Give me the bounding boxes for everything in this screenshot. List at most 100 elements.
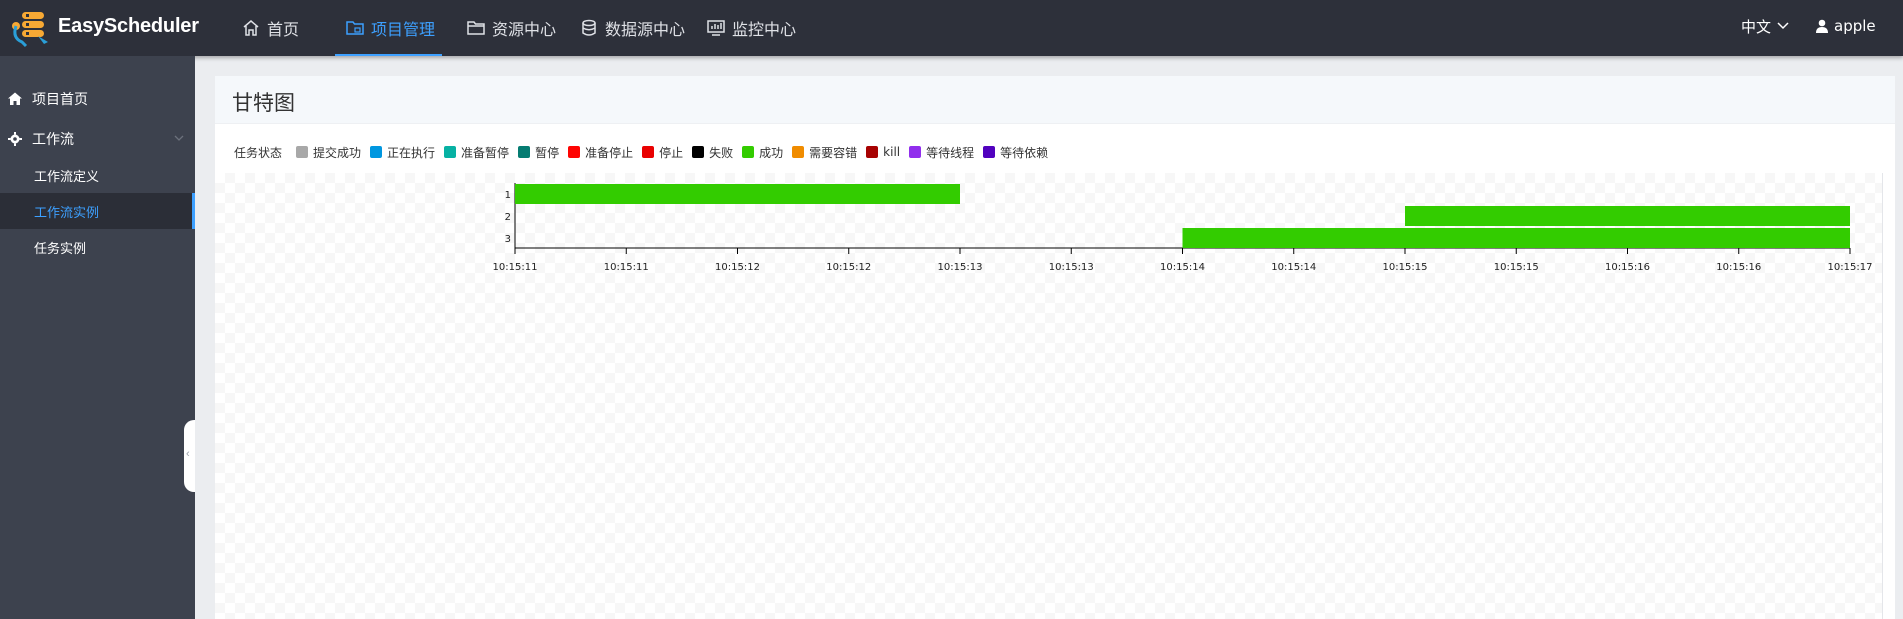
legend-label: 停止 bbox=[659, 145, 684, 160]
legend-swatch bbox=[983, 146, 996, 158]
row-label: 3 bbox=[505, 234, 511, 245]
legend-title: 任务状态 bbox=[234, 145, 283, 160]
legend-item: 暂停 bbox=[518, 144, 559, 161]
legend-swatch bbox=[909, 146, 922, 158]
nav-item-project[interactable]: 项目管理 bbox=[346, 0, 435, 56]
legend-label: 准备停止 bbox=[585, 145, 634, 160]
x-tick-label: 10:15:13 bbox=[938, 262, 983, 273]
legend-label: 需要容错 bbox=[809, 145, 858, 160]
legend-swatch bbox=[866, 146, 879, 158]
nav-item-resource[interactable]: 资源中心 bbox=[467, 0, 556, 56]
legend-swatch bbox=[642, 146, 655, 158]
gantt-bar bbox=[1405, 206, 1850, 226]
sidebar-item-workflow-definition[interactable]: 工作流定义 bbox=[0, 157, 195, 193]
row-label: 2 bbox=[505, 212, 511, 223]
x-tick-label: 10:15:11 bbox=[604, 262, 649, 273]
legend-item: 失败 bbox=[692, 144, 733, 161]
nav-label-monitor: 监控中心 bbox=[732, 20, 797, 39]
legend-swatch bbox=[568, 146, 581, 158]
legend-swatch bbox=[370, 146, 383, 158]
page-title: 甘特图 bbox=[232, 91, 295, 115]
x-tick-label: 10:15:15 bbox=[1383, 262, 1428, 273]
logo-icon[interactable] bbox=[8, 8, 58, 48]
sidebar-label-workflow-definition: 工作流定义 bbox=[34, 169, 100, 185]
legend-label: 等待依赖 bbox=[1000, 145, 1049, 160]
legend-label: 暂停 bbox=[535, 145, 560, 160]
legend-item: 成功 bbox=[742, 144, 783, 161]
x-tick-label: 10:15:14 bbox=[1271, 262, 1316, 273]
legend-item: 正在执行 bbox=[370, 144, 435, 161]
legend-swatch bbox=[296, 146, 309, 158]
x-tick-label: 10:15:16 bbox=[1605, 262, 1650, 273]
sidebar: 项目首页 工作流 工作流定义 工作流实例 任务实例 bbox=[0, 56, 195, 619]
sidebar-label-workflow-instance: 工作流实例 bbox=[34, 205, 100, 221]
nav-label-datasource: 数据源中心 bbox=[605, 20, 686, 39]
x-tick-label: 10:15:12 bbox=[826, 262, 871, 273]
nav-label-project: 项目管理 bbox=[371, 20, 436, 39]
sidebar-item-project-home[interactable]: 项目首页 bbox=[0, 81, 195, 117]
x-tick-label: 10:15:12 bbox=[715, 262, 760, 273]
nav-item-datasource[interactable]: 数据源中心 bbox=[580, 0, 685, 56]
folder-icon bbox=[467, 21, 485, 35]
x-tick-label: 10:15:15 bbox=[1494, 262, 1539, 273]
legend-label: 提交成功 bbox=[313, 145, 362, 160]
chevron-left-icon: ‹ bbox=[186, 448, 190, 460]
status-legend: 任务状态 提交成功 正在执行 准备暂停 暂停 准备停止 停止 失败 成功 需要容错 kill 等待线… bbox=[234, 142, 1057, 162]
legend-item: 停止 bbox=[642, 144, 683, 161]
top-navbar: EasyScheduler 首页 项目管理 资源中心 数据源中心 监控中心 中文… bbox=[0, 0, 1903, 56]
user-menu[interactable]: apple bbox=[1816, 0, 1876, 52]
gantt-chart-area: 1 2 3 10:15:11 10:15:11 10:15:12 10:15:12 10:15… bbox=[215, 173, 1883, 619]
brand-name[interactable]: EasyScheduler bbox=[58, 15, 199, 38]
sidebar-label-project-home: 项目首页 bbox=[32, 92, 88, 108]
row-label: 1 bbox=[505, 190, 511, 201]
nav-label-home: 首页 bbox=[267, 20, 300, 39]
x-tick-label: 10:15:11 bbox=[493, 262, 538, 273]
legend-label: 正在执行 bbox=[387, 145, 436, 160]
gantt-bar bbox=[1182, 228, 1850, 248]
legend-label: 准备暂停 bbox=[461, 145, 510, 160]
x-tick-label: 10:15:17 bbox=[1828, 262, 1873, 273]
legend-item: 需要容错 bbox=[792, 144, 857, 161]
legend-item: 等待依赖 bbox=[983, 144, 1048, 161]
sidebar-label-task-instance: 任务实例 bbox=[34, 241, 87, 257]
language-dropdown[interactable]: 中文 bbox=[1741, 0, 1789, 52]
sidebar-item-workflow[interactable]: 工作流 bbox=[0, 121, 195, 157]
legend-label: 成功 bbox=[759, 145, 784, 160]
gear-icon bbox=[8, 132, 22, 146]
legend-item: 等待线程 bbox=[909, 144, 974, 161]
home-icon bbox=[243, 20, 259, 36]
legend-swatch bbox=[692, 146, 705, 158]
gantt-chart: 1 2 3 10:15:11 10:15:11 10:15:12 10:15:12 10:15… bbox=[493, 183, 1873, 273]
sidebar-item-workflow-instance[interactable]: 工作流实例 bbox=[0, 193, 195, 229]
legend-label: kill bbox=[883, 145, 901, 159]
database-icon bbox=[582, 19, 596, 36]
chevron-down-icon bbox=[1777, 22, 1789, 30]
legend-item: 准备暂停 bbox=[444, 144, 509, 161]
language-label: 中文 bbox=[1741, 17, 1772, 36]
user-icon bbox=[1816, 19, 1828, 33]
monitor-icon bbox=[707, 20, 725, 36]
legend-swatch bbox=[792, 146, 805, 158]
legend-swatch bbox=[518, 146, 531, 158]
x-tick-label: 10:15:13 bbox=[1049, 262, 1094, 273]
nav-item-monitor[interactable]: 监控中心 bbox=[707, 0, 796, 56]
sidebar-collapse-toggle[interactable]: ‹ bbox=[184, 420, 195, 492]
username: apple bbox=[1834, 17, 1876, 35]
legend-item: 提交成功 bbox=[296, 144, 361, 161]
main-panel: 甘特图 任务状态 提交成功 正在执行 准备暂停 暂停 准备停止 停止 失败 成功 需要容错 kil… bbox=[215, 76, 1895, 619]
legend-swatch bbox=[742, 146, 755, 158]
chevron-down-icon bbox=[174, 135, 184, 141]
nav-item-home[interactable]: 首页 bbox=[242, 0, 299, 56]
project-icon bbox=[346, 21, 364, 35]
nav-active-underline bbox=[335, 54, 442, 56]
page-header: 甘特图 bbox=[215, 76, 1895, 124]
legend-label: 失败 bbox=[709, 145, 734, 160]
legend-item: kill bbox=[866, 145, 900, 159]
sidebar-label-workflow: 工作流 bbox=[32, 132, 74, 148]
nav-label-resource: 资源中心 bbox=[492, 20, 557, 39]
x-tick-label: 10:15:16 bbox=[1716, 262, 1761, 273]
legend-label: 等待线程 bbox=[926, 145, 975, 160]
legend-swatch bbox=[444, 146, 457, 158]
legend-item: 准备停止 bbox=[568, 144, 633, 161]
sidebar-item-task-instance[interactable]: 任务实例 bbox=[0, 229, 195, 265]
